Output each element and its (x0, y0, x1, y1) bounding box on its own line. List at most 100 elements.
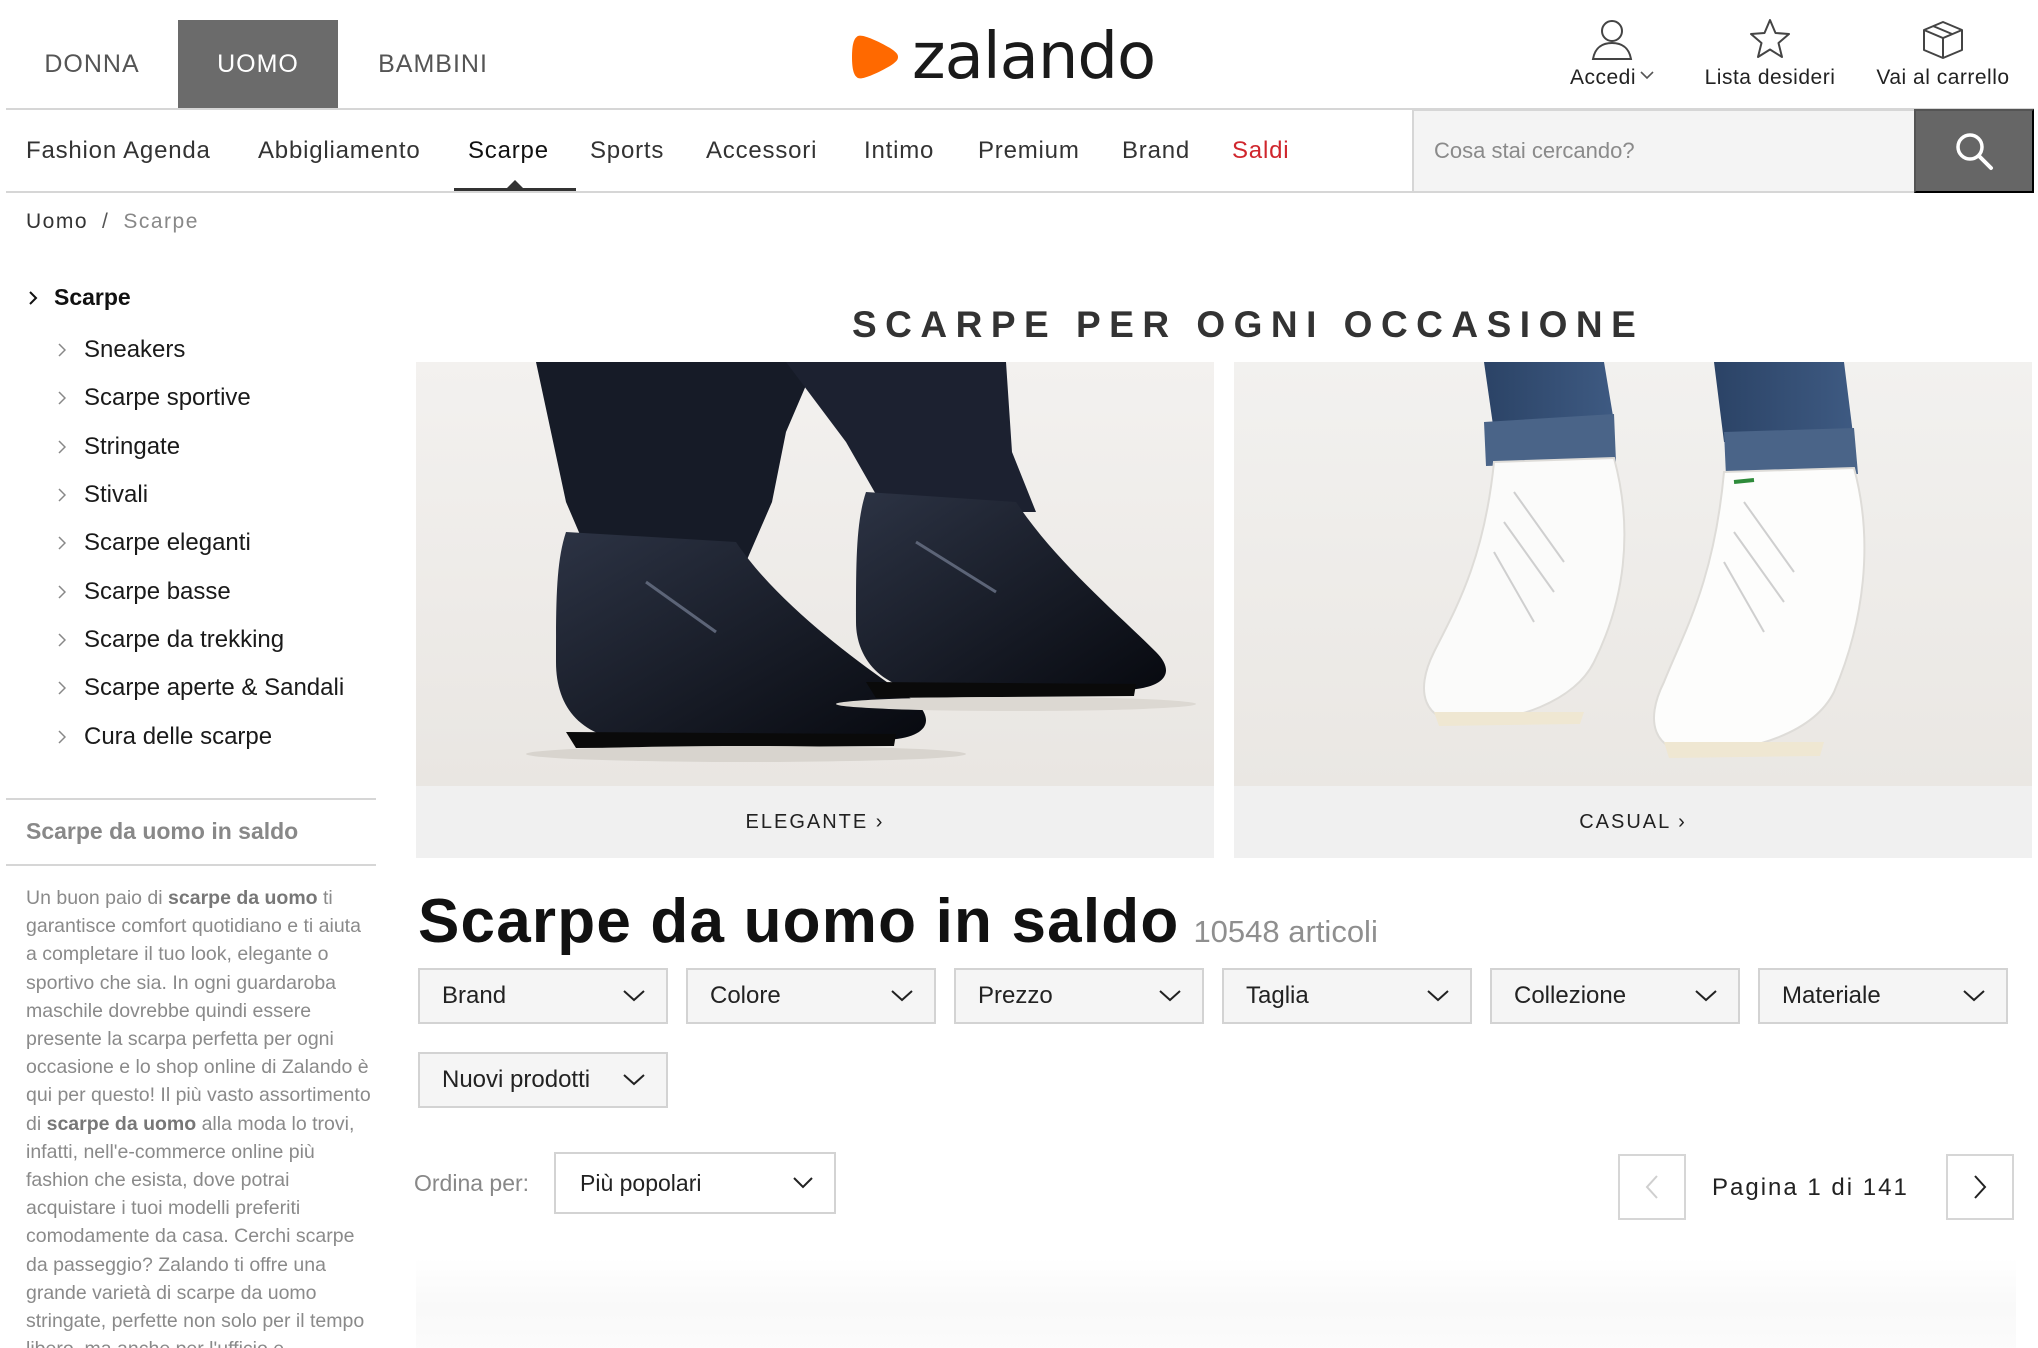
sidebar-item-label: Scarpe basse (84, 577, 231, 605)
nav-saldi[interactable]: Saldi (1232, 110, 1289, 192)
filter-label: Prezzo (978, 982, 1053, 1009)
nav-abbigliamento[interactable]: Abbigliamento (258, 110, 421, 192)
filter-materiale[interactable]: Materiale (1758, 968, 2008, 1024)
chevron-down-icon (1695, 990, 1717, 1002)
box-icon (1923, 21, 1963, 59)
chevron-down-icon (891, 990, 913, 1002)
sidebar-item-scarpe-da-trekking[interactable]: Scarpe da trekking (58, 616, 344, 664)
sidebar-item-scarpe-sportive[interactable]: Scarpe sportive (58, 374, 344, 422)
cart-label: Vai al carrello (1876, 66, 2010, 89)
product-grid-placeholder (416, 1258, 2016, 1348)
breadcrumb-uomo[interactable]: Uomo (26, 210, 88, 234)
chevron-right-icon (58, 536, 68, 550)
chevron-right-icon (58, 585, 68, 599)
chevron-down-icon (623, 990, 645, 1002)
chevron-left-icon (1645, 1175, 1658, 1199)
results-header: Scarpe da uomo in saldo 10548 articoli (418, 886, 1378, 957)
sidebar-item-label: Cura delle scarpe (84, 722, 273, 750)
sidebar-item-cura-delle-scarpe[interactable]: Cura delle scarpe (58, 712, 344, 760)
sort-selected-value: Più popolari (580, 1169, 702, 1196)
tile-elegante-label: ELEGANTE › (416, 786, 1214, 858)
sidebar-divider (6, 864, 376, 866)
nav-premium[interactable]: Premium (978, 110, 1080, 192)
category-nav: Fashion Agenda Abbigliamento Scarpe Spor… (6, 110, 1412, 192)
cart-button[interactable]: Vai al carrello (1870, 18, 2016, 90)
sort-select[interactable]: Più popolari (554, 1152, 836, 1214)
sidebar-item-stringate[interactable]: Stringate (58, 423, 344, 471)
sidebar-item-label: Scarpe da trekking (84, 625, 285, 653)
chevron-right-icon (58, 729, 68, 744)
nav-brand[interactable]: Brand (1122, 110, 1190, 192)
chevron-down-icon (1427, 990, 1449, 1002)
chevron-down-icon (1640, 71, 1654, 80)
zalando-logo-icon (852, 35, 898, 79)
search-box (1412, 109, 1916, 193)
gender-tab-bambini[interactable]: BAMBINI (356, 20, 510, 108)
chevron-down-icon (623, 1074, 645, 1086)
sidebar-heading-label: Scarpe (54, 284, 131, 310)
sidebar-item-scarpe-eleganti[interactable]: Scarpe eleganti (58, 519, 344, 567)
chevron-right-icon (58, 681, 68, 695)
seo-title: Scarpe da uomo in saldo (26, 818, 299, 844)
elegant-shoes-image (416, 362, 1214, 786)
sidebar-category-heading[interactable]: Scarpe (28, 284, 131, 311)
nav-fashion-agenda[interactable]: Fashion Agenda (26, 110, 211, 192)
gender-tab-uomo[interactable]: UOMO (178, 20, 338, 108)
filter-nuovi-prodotti[interactable]: Nuovi prodotti (418, 1052, 668, 1108)
pagination-text: Pagina 1 di 141 (1712, 1174, 1909, 1201)
login-button[interactable]: Accedi (1560, 18, 1664, 90)
gender-tab-donna[interactable]: DONNA (24, 20, 160, 108)
login-label: Accedi (1569, 66, 1637, 89)
tile-elegante[interactable]: ELEGANTE › (416, 362, 1214, 858)
filter-brand[interactable]: Brand (418, 968, 668, 1024)
nav-divider (6, 191, 1412, 193)
nav-intimo[interactable]: Intimo (864, 110, 934, 192)
top-bar: DONNA UOMO BAMBINI zalando Accedi Lista … (0, 0, 2038, 110)
sidebar-item-scarpe-aperte-sandali[interactable]: Scarpe aperte & Sandali (58, 664, 344, 712)
breadcrumb: Uomo / Scarpe (26, 210, 199, 234)
breadcrumb-current: Scarpe (123, 210, 199, 233)
filter-taglia[interactable]: Taglia (1222, 968, 1472, 1024)
sidebar-divider (6, 798, 376, 800)
tile-casual[interactable]: CASUAL › (1234, 362, 2032, 858)
filter-label: Colore (710, 982, 781, 1009)
prev-page-button[interactable] (1618, 1154, 1686, 1220)
sidebar-subcategory-list: Sneakers Scarpe sportive Stringate Stiva… (58, 326, 344, 761)
seo-description: Un buon paio di scarpe da uomo ti garant… (26, 887, 371, 1348)
sidebar-item-scarpe-basse[interactable]: Scarpe basse (58, 567, 344, 615)
zalando-logo[interactable]: zalando (852, 20, 1156, 94)
search-button[interactable] (1914, 109, 2034, 193)
chevron-down-icon (1159, 990, 1181, 1002)
next-page-button[interactable] (1946, 1154, 2014, 1220)
results-title: Scarpe da uomo in saldo (418, 887, 1180, 956)
chevron-down-icon (793, 1177, 813, 1189)
filter-prezzo[interactable]: Prezzo (954, 968, 1204, 1024)
sidebar-item-label: Scarpe aperte & Sandali (84, 674, 345, 702)
chevron-right-icon (58, 343, 68, 357)
sidebar-item-label: Stringate (84, 432, 181, 460)
sort-label: Ordina per: (414, 1170, 530, 1196)
filter-label: Brand (442, 982, 507, 1009)
nav-accessori[interactable]: Accessori (706, 110, 817, 192)
nav-sports[interactable]: Sports (590, 110, 664, 192)
filter-colore[interactable]: Colore (686, 968, 936, 1024)
filter-label: Taglia (1246, 982, 1309, 1009)
active-tab-caret (507, 180, 523, 188)
chevron-right-icon (1974, 1175, 1987, 1199)
wishlist-button[interactable]: Lista desideri (1696, 18, 1844, 90)
casual-sneakers-image (1234, 362, 2032, 786)
chevron-down-icon (1963, 990, 1985, 1002)
sidebar-item-label: Scarpe eleganti (84, 529, 251, 557)
star-icon (1750, 19, 1790, 58)
sidebar-item-stivali[interactable]: Stivali (58, 471, 344, 519)
filter-collezione[interactable]: Collezione (1490, 968, 1740, 1024)
search-input[interactable] (1414, 111, 1914, 191)
chevron-right-icon (58, 440, 68, 454)
sidebar-item-sneakers[interactable]: Sneakers (58, 326, 344, 374)
user-icon (1591, 20, 1633, 60)
chevron-right-icon (58, 391, 68, 405)
tile-casual-label: CASUAL › (1234, 786, 2032, 858)
sidebar-item-label: Stivali (84, 481, 149, 509)
sidebar-item-label: Sneakers (84, 336, 186, 364)
filter-label: Collezione (1514, 982, 1627, 1009)
